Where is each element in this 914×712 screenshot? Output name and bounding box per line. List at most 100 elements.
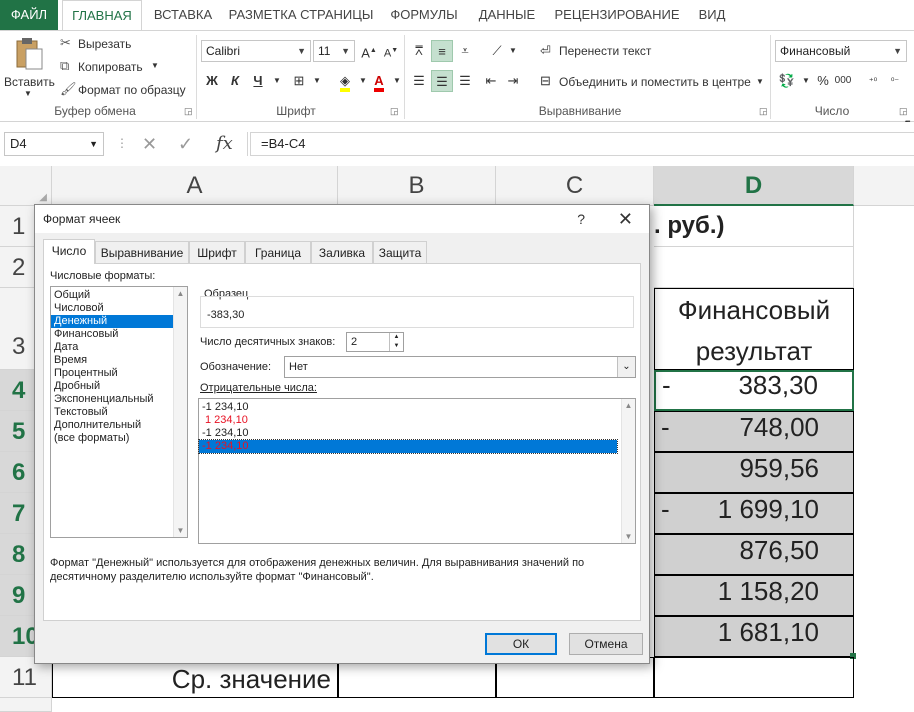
tab-data[interactable]: ДАННЫЕ: [474, 0, 540, 30]
chevron-down-icon[interactable]: ▼: [266, 70, 288, 92]
align-middle-icon[interactable]: ≡: [431, 40, 453, 62]
percent-button[interactable]: %: [812, 70, 834, 92]
name-box[interactable]: D4 ▼: [4, 132, 104, 156]
chevron-down-icon[interactable]: ▼: [306, 70, 328, 92]
align-center-icon[interactable]: ☰: [431, 70, 453, 92]
tab-formulas[interactable]: ФОРМУЛЫ: [386, 0, 462, 30]
dialog-tab-number[interactable]: Число: [43, 239, 95, 264]
column-header-b[interactable]: B: [338, 166, 496, 206]
select-all-corner[interactable]: ◢: [0, 166, 52, 206]
clipboard-launcher-icon[interactable]: ◲: [184, 106, 193, 117]
column-header-d[interactable]: D: [654, 166, 854, 206]
brush-icon[interactable]: 🖌: [60, 81, 77, 97]
number-format-combo[interactable]: Финансовый ▼: [775, 40, 907, 62]
list-item[interactable]: 1 234,10: [199, 414, 635, 427]
column-header-c[interactable]: C: [496, 166, 654, 206]
decrease-indent-icon[interactable]: ⇤: [480, 70, 502, 92]
cell-d4[interactable]: - 383,30: [654, 370, 854, 411]
close-icon[interactable]: ✕: [618, 205, 633, 233]
cancel-button[interactable]: Отмена: [569, 633, 643, 655]
spinner-arrows-icon[interactable]: ▲ ▼: [389, 333, 403, 351]
formula-input[interactable]: =B4-C4: [250, 132, 914, 156]
dialog-tab-fill[interactable]: Заливка: [311, 241, 373, 263]
font-name-combo[interactable]: Calibri ▼: [201, 40, 311, 62]
help-button[interactable]: ?: [577, 205, 585, 233]
row-header[interactable]: [0, 698, 52, 712]
symbol-select[interactable]: Нет ⌄: [284, 356, 636, 378]
cell-d7[interactable]: - 1 699,10: [654, 493, 854, 534]
cell-d5[interactable]: - 748,00: [654, 411, 854, 452]
list-item-selected[interactable]: -1 234,10: [198, 439, 618, 454]
list-item-selected[interactable]: Денежный: [51, 315, 187, 328]
list-item[interactable]: Дата: [51, 341, 187, 354]
align-bottom-icon[interactable]: ⩡: [454, 40, 476, 62]
tab-page-layout[interactable]: РАЗМЕТКА СТРАНИЦЫ: [228, 0, 374, 30]
cell-d10[interactable]: 1 681,10: [654, 616, 854, 657]
wrap-text-icon[interactable]: ⏎: [540, 43, 551, 59]
list-item[interactable]: Числовой: [51, 302, 187, 315]
scissors-icon[interactable]: ✂: [60, 35, 71, 51]
tab-file[interactable]: ФАЙЛ: [0, 0, 58, 30]
list-item[interactable]: -1 234,10: [199, 401, 635, 414]
wrap-text-button[interactable]: Перенести текст: [559, 44, 651, 58]
grow-font-icon[interactable]: A▲: [358, 40, 380, 62]
cut-button[interactable]: Вырезать: [78, 37, 131, 51]
align-top-icon[interactable]: ⩞: [408, 40, 430, 62]
dialog-tab-alignment[interactable]: Выравнивание: [95, 241, 189, 263]
column-header-e[interactable]: [854, 166, 914, 206]
alignment-launcher-icon[interactable]: ◲: [759, 106, 768, 117]
cell-d2[interactable]: [654, 247, 854, 288]
tab-insert[interactable]: ВСТАВКА: [150, 0, 216, 30]
increase-indent-icon[interactable]: ⇥: [502, 70, 524, 92]
thousands-button[interactable]: 000: [832, 70, 854, 92]
list-item[interactable]: Общий: [51, 289, 187, 302]
list-item[interactable]: Текстовый: [51, 406, 187, 419]
tab-home[interactable]: ГЛАВНАЯ: [62, 0, 142, 31]
cell-d3[interactable]: Финансовый результат: [654, 288, 854, 370]
merge-center-button[interactable]: Объединить и поместить в центре: [559, 75, 751, 89]
chevron-down-icon[interactable]: ▼: [502, 40, 524, 62]
negative-numbers-list[interactable]: -1 234,10 1 234,10 -1 234,10 -1 234,10 ▲…: [198, 398, 636, 544]
align-right-icon[interactable]: ☰: [454, 70, 476, 92]
negative-scrollbar[interactable]: ▲ ▼: [621, 399, 635, 543]
format-painter-button[interactable]: Формат по образцу: [78, 83, 186, 97]
cell-d1[interactable]: . руб.): [654, 206, 854, 247]
list-item[interactable]: Процентный: [51, 367, 187, 380]
chevron-down-icon[interactable]: ⌄: [617, 357, 635, 377]
increase-decimal-icon[interactable]: ⁺⁰: [862, 70, 884, 92]
tab-view[interactable]: ВИД: [692, 0, 732, 30]
chevron-down-icon[interactable]: ▼: [756, 77, 764, 86]
shrink-font-icon[interactable]: A▼: [380, 40, 402, 62]
font-size-combo[interactable]: 11 ▼: [313, 40, 355, 62]
copy-button[interactable]: Копировать: [78, 60, 143, 74]
dialog-tab-protection[interactable]: Защита: [373, 241, 427, 263]
ok-button[interactable]: ОК: [485, 633, 557, 655]
function-icon[interactable]: fx: [216, 132, 233, 156]
tab-review[interactable]: РЕЦЕНЗИРОВАНИЕ: [552, 0, 682, 30]
list-item[interactable]: Дробный: [51, 380, 187, 393]
column-header-a[interactable]: A: [52, 166, 338, 206]
cell-d9[interactable]: 1 158,20: [654, 575, 854, 616]
dialog-tab-font[interactable]: Шрифт: [189, 241, 245, 263]
scroll-up-icon[interactable]: ▲: [174, 289, 187, 298]
decimals-spinner[interactable]: 2 ▲ ▼: [346, 332, 404, 352]
scroll-down-icon[interactable]: ▼: [174, 526, 187, 535]
list-item[interactable]: (все форматы): [51, 432, 187, 445]
category-list[interactable]: Общий Числовой Денежный Финансовый Дата …: [50, 286, 188, 538]
merge-icon[interactable]: ⊟: [540, 73, 551, 89]
category-scrollbar[interactable]: ▲ ▼: [173, 287, 187, 537]
cell-d11[interactable]: [654, 657, 854, 698]
italic-button[interactable]: К: [224, 70, 246, 92]
enter-icon[interactable]: ✓: [178, 132, 193, 156]
list-item[interactable]: Финансовый: [51, 328, 187, 341]
list-item[interactable]: Время: [51, 354, 187, 367]
scroll-down-icon[interactable]: ▼: [622, 532, 635, 541]
decrease-decimal-icon[interactable]: ⁰⁻: [884, 70, 906, 92]
align-left-icon[interactable]: ☰: [408, 70, 430, 92]
bold-button[interactable]: Ж: [201, 70, 223, 92]
font-launcher-icon[interactable]: ◲: [390, 106, 399, 117]
cancel-icon[interactable]: ✕: [142, 132, 157, 156]
dialog-titlebar[interactable]: Формат ячеек ? ✕: [35, 205, 649, 233]
dialog-tab-border[interactable]: Граница: [245, 241, 311, 263]
list-item[interactable]: Экспоненциальный: [51, 393, 187, 406]
